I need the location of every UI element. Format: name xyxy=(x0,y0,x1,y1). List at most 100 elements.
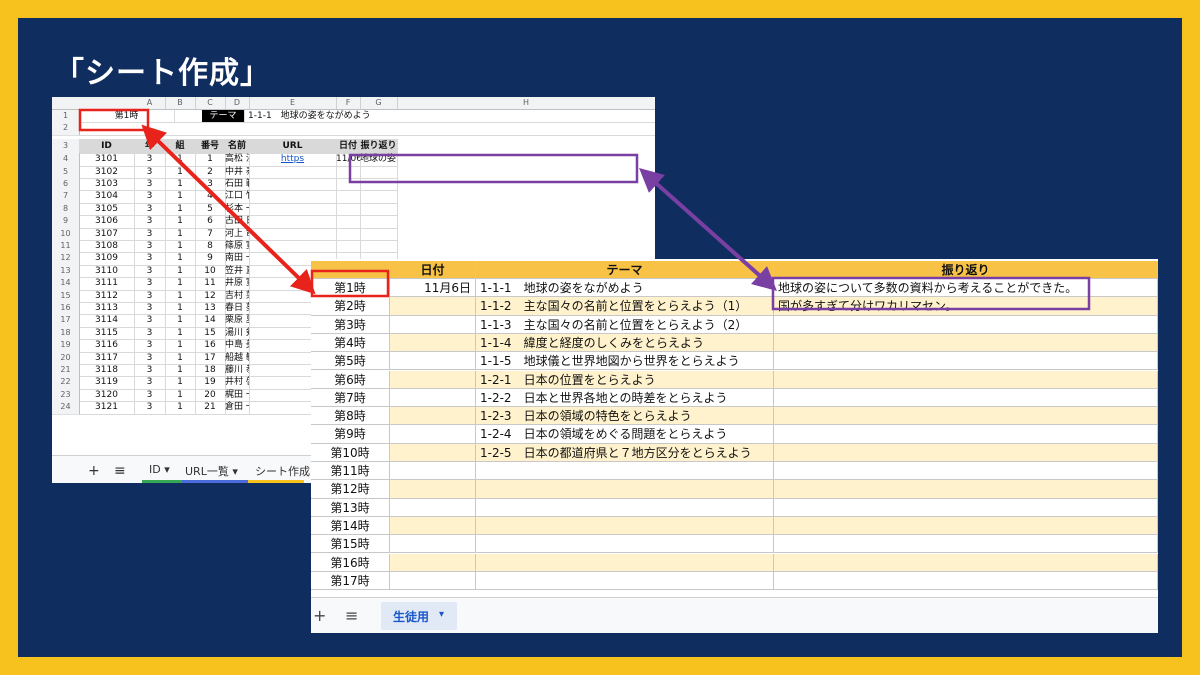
theme-cell[interactable]: 1-2-3 日本の領域の特色をとらえよう xyxy=(476,407,774,426)
cell-cls[interactable]: 1 xyxy=(165,240,196,254)
cell-id[interactable]: 3101 xyxy=(79,153,135,167)
row-number[interactable]: 13 xyxy=(52,264,80,279)
cell-no[interactable]: 14 xyxy=(195,314,226,328)
cell-reflection[interactable] xyxy=(360,240,398,254)
cell-id[interactable]: 3117 xyxy=(79,351,135,365)
cell-no[interactable]: 21 xyxy=(195,401,226,415)
theme-cell[interactable]: 1-2-4 日本の領域をめぐる問題をとらえよう xyxy=(476,425,774,444)
cell-no[interactable]: 2 xyxy=(195,165,226,179)
row-number[interactable]: 19 xyxy=(52,339,80,353)
cell-name[interactable]: 倉田 一仁 xyxy=(225,401,250,415)
cell-no[interactable]: 18 xyxy=(195,364,226,378)
cell-name[interactable]: 栗原 夏海 xyxy=(225,314,250,328)
empty-cell[interactable] xyxy=(174,110,203,124)
reflection-cell[interactable]: 国が多すぎて分けワカリマセン。 xyxy=(774,297,1158,316)
column-letter[interactable]: A xyxy=(134,97,166,109)
cell-id[interactable]: 3105 xyxy=(79,202,135,217)
cell-id[interactable]: 3113 xyxy=(79,302,135,316)
period-cell[interactable]: 第15時 xyxy=(311,535,390,554)
cell-year[interactable]: 3 xyxy=(134,376,166,390)
cell-cls[interactable]: 1 xyxy=(165,302,196,316)
cell-url[interactable] xyxy=(249,178,337,192)
period-cell[interactable]: 第17時 xyxy=(311,571,390,591)
cell-id[interactable]: 3107 xyxy=(79,227,135,241)
cell-name[interactable]: 河上 竜 xyxy=(225,227,250,241)
header-year[interactable]: 年 xyxy=(134,138,166,155)
theme-cell[interactable] xyxy=(476,498,774,517)
cell-no[interactable]: 5 xyxy=(195,202,226,217)
theme-cell[interactable]: 1-2-1 日本の位置をとらえよう xyxy=(476,370,774,389)
header-url[interactable]: URL xyxy=(249,138,337,155)
row-number[interactable]: 7 xyxy=(52,190,80,204)
cell-no[interactable]: 11 xyxy=(195,277,226,291)
theme-header[interactable]: テーマ xyxy=(476,261,774,279)
date-cell[interactable] xyxy=(390,443,476,462)
cell-cls[interactable]: 1 xyxy=(165,339,196,353)
date-cell[interactable] xyxy=(390,333,476,353)
tab-sheet-create[interactable]: シート作成 xyxy=(255,463,310,479)
cell-year[interactable]: 3 xyxy=(134,215,166,229)
cell-cls[interactable]: 1 xyxy=(165,277,196,291)
reflection-cell[interactable] xyxy=(774,535,1158,554)
cell-url[interactable] xyxy=(249,190,337,204)
cell-url[interactable] xyxy=(249,165,337,179)
reflection-cell[interactable] xyxy=(774,388,1158,408)
row-number[interactable]: 6 xyxy=(52,178,80,192)
cell-no[interactable]: 10 xyxy=(195,264,226,279)
cell-date[interactable] xyxy=(336,227,361,241)
column-letter[interactable]: E xyxy=(249,97,337,109)
date-cell[interactable] xyxy=(390,315,476,334)
date-header[interactable]: 日付 xyxy=(390,261,476,279)
header-name[interactable]: 名前 xyxy=(225,138,250,155)
period-cell[interactable]: 第11時 xyxy=(311,462,390,481)
cell-id[interactable]: 3119 xyxy=(79,376,135,390)
reflection-cell[interactable] xyxy=(774,407,1158,426)
cell-id[interactable]: 3118 xyxy=(79,364,135,378)
row-number[interactable]: 9 xyxy=(52,215,80,229)
cell-date[interactable] xyxy=(336,240,361,254)
row-number[interactable]: 8 xyxy=(52,202,80,217)
period-cell[interactable]: 第16時 xyxy=(311,553,390,572)
cell-reflection[interactable] xyxy=(360,190,398,204)
cell-id[interactable]: 3104 xyxy=(79,190,135,204)
cell-no[interactable]: 6 xyxy=(195,215,226,229)
cell-id[interactable]: 3111 xyxy=(79,277,135,291)
cell-name[interactable]: 江口 竹男 xyxy=(225,190,250,204)
cell-name[interactable]: 春日 葵 xyxy=(225,302,250,316)
cell-date[interactable] xyxy=(336,178,361,192)
row-number[interactable]: 4 xyxy=(52,153,80,167)
cell-no[interactable]: 19 xyxy=(195,376,226,390)
row-number[interactable]: 3 xyxy=(52,138,80,155)
theme-cell[interactable]: 1-1-3 主な国々の名前と位置をとらえよう（2） xyxy=(476,315,774,334)
date-cell[interactable] xyxy=(390,297,476,316)
cell-url[interactable] xyxy=(249,227,337,241)
cell-reflection[interactable] xyxy=(360,202,398,217)
cell-url[interactable] xyxy=(249,215,337,229)
cell-cls[interactable]: 1 xyxy=(165,264,196,279)
cell-cls[interactable]: 1 xyxy=(165,227,196,241)
cell-year[interactable]: 3 xyxy=(134,339,166,353)
cell-name[interactable]: 笠井 直季 xyxy=(225,264,250,279)
period-cell[interactable]: 第10時 xyxy=(311,443,390,462)
column-letter[interactable]: D xyxy=(225,97,250,109)
cell-url[interactable]: https xyxy=(249,153,337,167)
cell-no[interactable]: 7 xyxy=(195,227,226,241)
cell-name[interactable]: 中島 美奈 xyxy=(225,339,250,353)
row-number[interactable]: 22 xyxy=(52,376,80,390)
cell-reflection[interactable]: 地球の姿について多数の資料から考えることができた。 xyxy=(360,153,398,167)
column-letter[interactable]: H xyxy=(397,97,655,109)
cell-name[interactable]: 杉本 一夫 xyxy=(225,202,250,217)
cell-year[interactable]: 3 xyxy=(134,252,166,266)
column-letter[interactable]: F xyxy=(336,97,361,109)
cell-name[interactable]: 中井 泰賀 xyxy=(225,165,250,179)
cell-date[interactable] xyxy=(336,190,361,204)
date-cell[interactable] xyxy=(390,352,476,371)
cell-url[interactable] xyxy=(249,202,337,217)
cell-year[interactable]: 3 xyxy=(134,240,166,254)
cell-year[interactable]: 3 xyxy=(134,364,166,378)
theme-cell[interactable]: 1-1-1 地球の姿をながめよう xyxy=(476,279,774,298)
date-cell[interactable] xyxy=(390,462,476,481)
cell-reflection[interactable] xyxy=(360,215,398,229)
theme-cell[interactable] xyxy=(476,480,774,499)
row-number[interactable]: 14 xyxy=(52,277,80,291)
